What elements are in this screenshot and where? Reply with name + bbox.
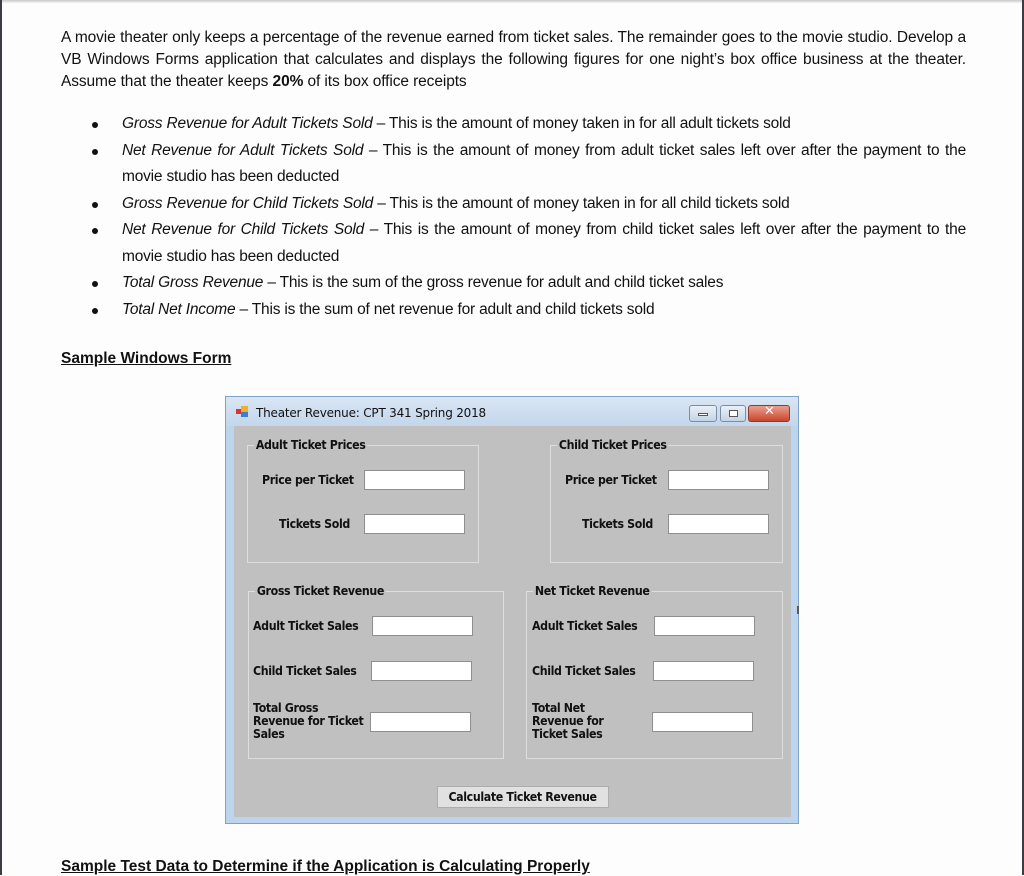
list-item: Gross Revenue for Child Tickets Sold – T… <box>61 191 966 218</box>
child-price-label: Price per Ticket <box>565 473 657 487</box>
gross-adult-sales-output[interactable] <box>372 616 473 636</box>
list-item: Net Revenue for Child Tickets Sold – Thi… <box>61 217 966 270</box>
net-adult-sales-output[interactable] <box>654 616 755 636</box>
gross-ticket-revenue-group: Gross Ticket Revenue Adult Ticket Sales … <box>248 584 504 759</box>
group-title: Gross Ticket Revenue <box>255 584 386 598</box>
bullet-icon <box>92 148 98 155</box>
child-ticket-prices-group: Child Ticket Prices Price per Ticket Tic… <box>550 438 783 563</box>
page-top-edge <box>0 0 1024 3</box>
adult-tickets-sold-input[interactable] <box>364 514 465 534</box>
bullet-icon <box>92 307 98 314</box>
page-left-border <box>0 0 2 875</box>
child-price-input[interactable] <box>668 470 769 490</box>
list-item: Total Net Income – This is the sum of ne… <box>61 297 966 324</box>
group-title: Child Ticket Prices <box>557 438 669 452</box>
requirements-list: Gross Revenue for Adult Tickets Sold – T… <box>61 111 966 323</box>
gross-child-sales-label: Child Ticket Sales <box>253 664 357 678</box>
bullet-icon <box>92 281 98 287</box>
net-ticket-revenue-group: Net Ticket Revenue Adult Ticket Sales Ch… <box>526 584 783 759</box>
form-client-area: Adult Ticket Prices Price per Ticket Tic… <box>234 426 791 817</box>
adult-tickets-sold-label: Tickets Sold <box>279 517 350 531</box>
sample-form-heading: Sample Windows Form <box>61 350 232 367</box>
intro-paragraph: A movie theater only keeps a percentage … <box>61 29 966 90</box>
net-child-sales-output[interactable] <box>653 661 754 681</box>
bullet-icon <box>92 122 98 128</box>
document-body: A movie theater only keeps a percentage … <box>61 27 966 323</box>
calculate-ticket-revenue-button[interactable]: Calculate Ticket Revenue <box>437 786 609 808</box>
window-title: Theater Revenue: CPT 341 Spring 2018 <box>256 406 486 420</box>
net-total-output[interactable] <box>652 712 753 732</box>
list-item: Total Gross Revenue – This is the sum of… <box>61 270 966 297</box>
net-child-sales-label: Child Ticket Sales <box>532 664 636 678</box>
adult-ticket-prices-group: Adult Ticket Prices Price per Ticket Tic… <box>247 438 479 563</box>
close-icon: ✕ <box>764 404 775 419</box>
group-title: Net Ticket Revenue <box>533 584 652 598</box>
sample-test-data-heading: Sample Test Data to Determine if the App… <box>61 858 590 875</box>
list-item: Gross Revenue for Adult Tickets Sold – T… <box>61 111 966 138</box>
adult-price-label: Price per Ticket <box>262 473 354 487</box>
bullet-icon <box>92 228 98 234</box>
adult-price-input[interactable] <box>364 470 465 490</box>
close-button[interactable]: ✕ <box>748 404 790 422</box>
list-item: Net Revenue for Adult Tickets Sold – Thi… <box>61 138 966 191</box>
gross-total-label-line3: Sales <box>253 727 285 741</box>
child-tickets-sold-label: Tickets Sold <box>582 517 653 531</box>
minimize-button[interactable] <box>689 405 717 422</box>
resize-marker <box>797 606 799 614</box>
app-icon <box>236 406 248 417</box>
minimize-icon <box>698 413 708 416</box>
gross-total-output[interactable] <box>370 712 471 732</box>
group-title: Adult Ticket Prices <box>254 438 368 452</box>
bullet-icon <box>92 201 98 208</box>
child-tickets-sold-input[interactable] <box>668 514 769 534</box>
gross-adult-sales-label: Adult Ticket Sales <box>253 619 359 633</box>
sample-windows-form: Theater Revenue: CPT 341 Spring 2018 ✕ A… <box>225 396 799 824</box>
window-titlebar[interactable]: Theater Revenue: CPT 341 Spring 2018 ✕ <box>226 397 798 426</box>
net-adult-sales-label: Adult Ticket Sales <box>532 619 638 633</box>
net-total-label-line3: Ticket Sales <box>532 727 603 741</box>
percentage-emphasis: 20% <box>272 73 304 90</box>
maximize-button[interactable] <box>720 405 746 422</box>
gross-child-sales-output[interactable] <box>371 661 472 681</box>
maximize-icon <box>729 410 738 417</box>
